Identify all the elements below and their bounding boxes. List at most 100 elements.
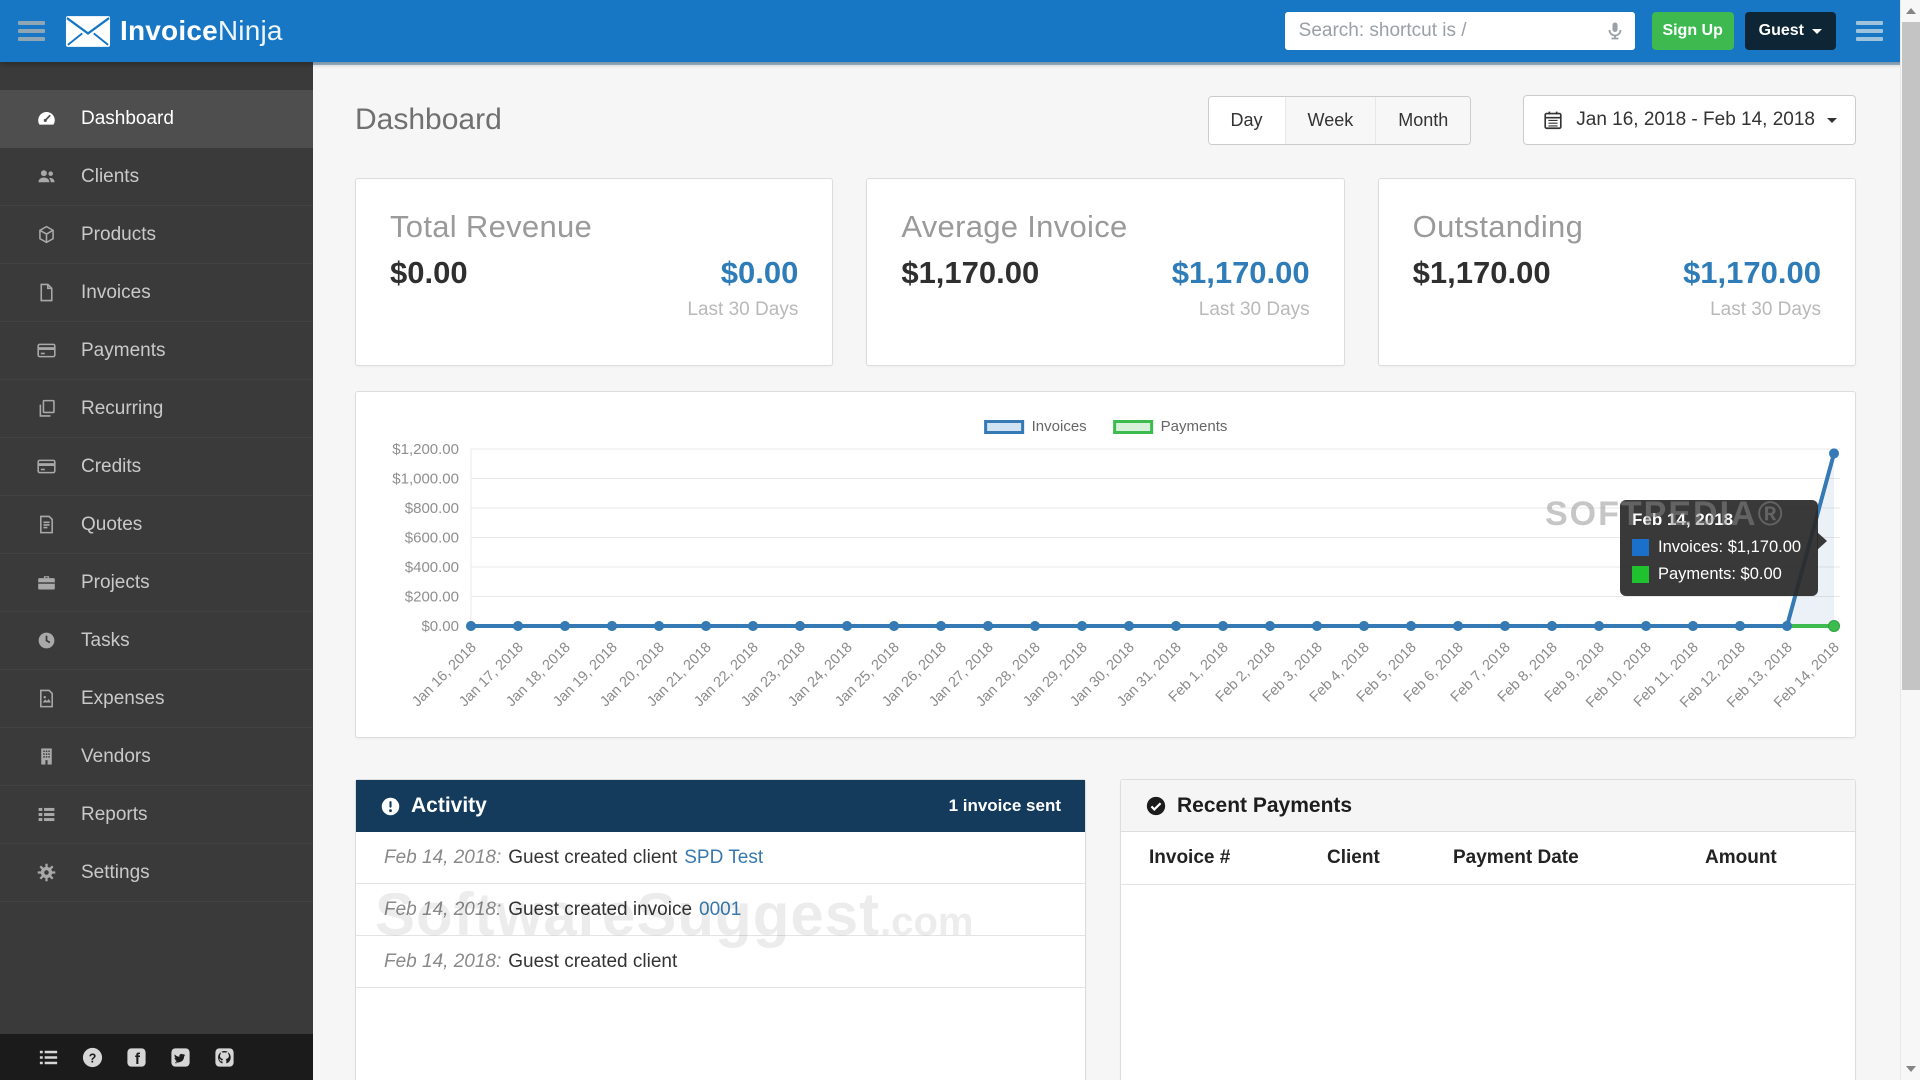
app-logo[interactable]: InvoiceNinja <box>65 14 283 49</box>
help-icon[interactable]: ? <box>81 1046 104 1069</box>
github-icon[interactable] <box>213 1046 236 1069</box>
revenue-chart-panel: InvoicesPayments $0.00$200.00$400.00$600… <box>355 391 1856 738</box>
stat-card-outstanding: Outstanding$1,170.00$1,170.00Last 30 Day… <box>1378 178 1856 366</box>
microphone-icon[interactable] <box>1603 19 1627 43</box>
exclamation-circle-icon <box>380 796 401 817</box>
scroll-down-arrow[interactable] <box>1901 1060 1920 1078</box>
sidebar-item-label: Payments <box>81 340 165 362</box>
sidebar-item-payments[interactable]: Payments <box>0 322 313 380</box>
expenses-icon <box>36 688 57 709</box>
vertical-scrollbar[interactable] <box>1900 0 1920 1080</box>
stats-row: Total Revenue$0.00$0.00Last 30 DaysAvera… <box>355 178 1856 366</box>
stat-title: Average Invoice <box>867 179 1343 245</box>
menu-list-icon[interactable] <box>37 1046 60 1069</box>
activity-text: Guest created invoice <box>508 899 692 921</box>
sign-up-button[interactable]: Sign Up <box>1652 12 1734 50</box>
sidebar-item-label: Expenses <box>81 688 164 710</box>
tooltip-row-payments: Payments: $0.00 <box>1632 565 1806 584</box>
tooltip-swatch <box>1632 566 1649 583</box>
sidebar-item-expenses[interactable]: Expenses <box>0 670 313 728</box>
activity-link[interactable]: SPD Test <box>684 847 763 869</box>
svg-text:$800.00: $800.00 <box>405 500 459 517</box>
sidebar-item-label: Recurring <box>81 398 163 420</box>
page-title: Dashboard <box>355 103 1208 137</box>
sidebar-item-vendors[interactable]: Vendors <box>0 728 313 786</box>
sidebar-toggle-icon[interactable] <box>18 21 45 41</box>
tab-day[interactable]: Day <box>1209 97 1286 144</box>
sidebar-menu: DashboardClients Products Invoices Payments… <box>0 62 313 902</box>
legend-item-invoices[interactable]: Invoices <box>984 418 1087 435</box>
twitter-icon[interactable] <box>169 1046 192 1069</box>
sidebar-item-projects[interactable]: Projects <box>0 554 313 612</box>
sidebar-item-label: Settings <box>81 862 150 884</box>
products-icon <box>36 224 57 245</box>
guest-menu-button[interactable]: Guest <box>1745 12 1836 50</box>
search-box <box>1285 12 1635 50</box>
range-tab-group: DayWeekMonth <box>1208 96 1472 145</box>
tasks-icon <box>36 630 57 651</box>
history-menu-icon[interactable] <box>1856 21 1883 41</box>
sidebar-item-recurring[interactable]: Recurring <box>0 380 313 438</box>
sidebar-item-label: Products <box>81 224 156 246</box>
stat-title: Total Revenue <box>356 179 832 245</box>
activity-row: Feb 14, 2018:Guest created invoice0001 <box>356 884 1085 936</box>
sidebar-footer: ?f <box>0 1034 313 1080</box>
sidebar-item-dashboard[interactable]: Dashboard <box>0 90 313 148</box>
credits-icon <box>36 456 57 477</box>
payments-table-body <box>1121 885 1855 1080</box>
sidebar-item-quotes[interactable]: Quotes <box>0 496 313 554</box>
scroll-up-arrow[interactable] <box>1901 2 1920 20</box>
brand-text: InvoiceNinja <box>120 15 283 47</box>
sidebar-item-credits[interactable]: Credits <box>0 438 313 496</box>
activity-row: Feb 14, 2018:Guest created client <box>356 936 1085 988</box>
activity-link[interactable]: 0001 <box>699 899 741 921</box>
sidebar-item-reports[interactable]: Reports <box>0 786 313 844</box>
stat-total-value: $1,170.00 <box>901 255 1039 291</box>
sidebar-item-invoices[interactable]: Invoices <box>0 264 313 322</box>
legend-item-payments[interactable]: Payments <box>1113 418 1228 435</box>
tooltip-swatch <box>1632 539 1649 556</box>
search-input[interactable] <box>1285 12 1635 50</box>
settings-icon <box>36 862 57 883</box>
sidebar-item-tasks[interactable]: Tasks <box>0 612 313 670</box>
legend-label: Invoices <box>1032 418 1087 435</box>
invoice-sent-badge: 1 invoice sent <box>949 796 1061 816</box>
dashboard-icon <box>36 108 57 129</box>
sidebar-item-settings[interactable]: Settings <box>0 844 313 902</box>
legend-swatch <box>1113 420 1153 434</box>
sidebar-item-label: Reports <box>81 804 148 826</box>
payments-table-header: Invoice #ClientPayment DateAmount <box>1121 832 1855 885</box>
payments-column-amount: Amount <box>1705 847 1855 869</box>
legend-swatch <box>984 420 1024 434</box>
recent-payments-header: Recent Payments <box>1121 780 1855 832</box>
reports-icon <box>36 804 57 825</box>
tooltip-value: Payments: $0.00 <box>1658 565 1782 584</box>
date-range-button[interactable]: Jan 16, 2018 - Feb 14, 2018 <box>1523 95 1856 145</box>
sidebar-item-clients[interactable]: Clients <box>0 148 313 206</box>
chevron-down-icon <box>1827 118 1837 123</box>
sidebar-item-label: Invoices <box>81 282 151 304</box>
stat-period-value: $1,170.00 <box>1683 255 1821 291</box>
svg-text:?: ? <box>89 1051 97 1065</box>
tooltip-row-invoices: Invoices: $1,170.00 <box>1632 538 1806 557</box>
page-header: Dashboard DayWeekMonth Jan 16, 2018 - Fe… <box>355 65 1856 147</box>
tooltip-arrow <box>1817 532 1827 550</box>
sidebar-item-label: Quotes <box>81 514 142 536</box>
tab-week[interactable]: Week <box>1286 97 1377 144</box>
activity-date: Feb 14, 2018: <box>384 847 501 869</box>
scrollbar-thumb[interactable] <box>1902 22 1920 690</box>
quotes-icon <box>36 514 57 535</box>
tab-month[interactable]: Month <box>1376 97 1470 144</box>
payments-column-client: Client <box>1327 847 1453 869</box>
sidebar-item-products[interactable]: Products <box>0 206 313 264</box>
facebook-icon[interactable]: f <box>125 1046 148 1069</box>
svg-text:f: f <box>135 1051 141 1068</box>
stat-period-value: $1,170.00 <box>1172 255 1310 291</box>
stat-period-label: Last 30 Days <box>1379 299 1855 321</box>
tooltip-title: Feb 14, 2018 <box>1632 510 1806 530</box>
svg-text:$1,000.00: $1,000.00 <box>392 471 459 488</box>
navbar-right: Sign Up Guest <box>1285 12 1883 50</box>
stat-period-label: Last 30 Days <box>867 299 1343 321</box>
invoices-icon <box>36 282 57 303</box>
payments-icon <box>36 340 57 361</box>
